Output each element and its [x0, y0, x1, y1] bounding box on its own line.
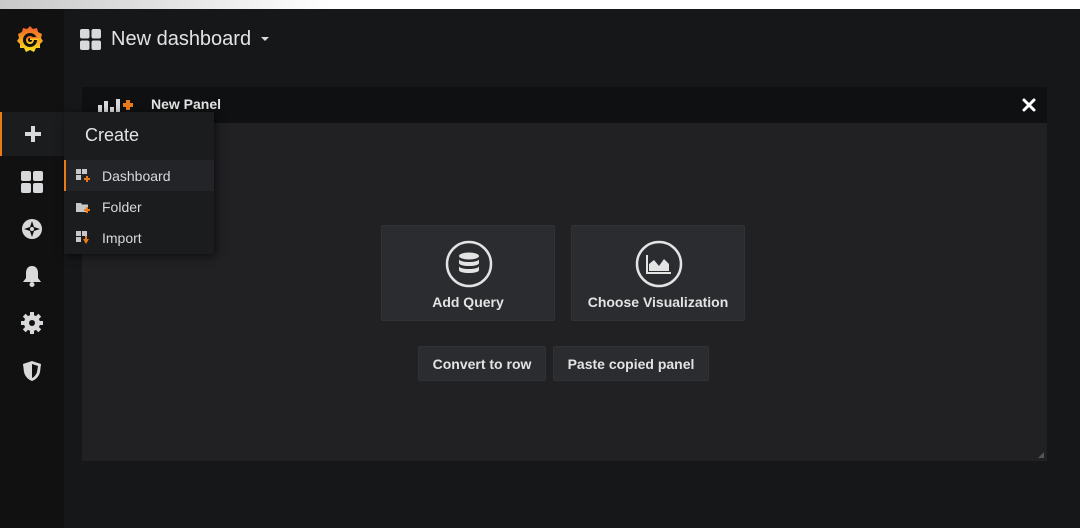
paste-copied-panel-button[interactable]: Paste copied panel: [553, 346, 709, 381]
choose-visualization-label: Choose Visualization: [587, 294, 729, 310]
create-menu-item-import[interactable]: Import: [64, 222, 214, 253]
sidemenu-server-admin[interactable]: [0, 349, 64, 393]
bell-icon: [23, 266, 41, 287]
folder-menu-label: Folder: [102, 198, 142, 215]
gear-icon: [21, 312, 43, 334]
grafana-logo-icon[interactable]: [14, 23, 46, 55]
shield-icon: [23, 361, 41, 381]
import-icon: [76, 230, 89, 244]
dashboards-icon: [21, 171, 43, 193]
choose-visualization-button[interactable]: Choose Visualization: [571, 225, 745, 321]
sidemenu-dashboards[interactable]: [0, 160, 64, 204]
plus-icon: [25, 126, 41, 142]
sidemenu-alerting[interactable]: [0, 254, 64, 298]
panel-title: New Panel: [151, 96, 222, 112]
browser-top-strip: [0, 0, 1080, 9]
add-query-label: Add Query: [432, 294, 504, 310]
create-menu-title[interactable]: Create: [64, 112, 214, 159]
sidemenu-configuration[interactable]: [0, 301, 64, 345]
resize-handle-icon[interactable]: [1038, 452, 1044, 458]
area-chart-icon: [635, 240, 683, 288]
panel-header: New Panel: [82, 87, 1047, 123]
chevron-down-icon: [261, 37, 270, 41]
create-menu-item-folder[interactable]: Folder: [64, 191, 214, 222]
folder-add-icon: [76, 202, 90, 213]
create-dropdown-menu: Create Dashboard Folder Import: [64, 112, 214, 254]
new-panel: New Panel Add Query Choose Visualization…: [82, 87, 1047, 461]
add-query-button[interactable]: Add Query: [381, 225, 555, 321]
dashboard-grid-icon: [80, 28, 101, 50]
database-icon: [445, 240, 493, 288]
dashboard-title: New dashboard: [111, 27, 252, 50]
browser-tab-shade: [0, 0, 330, 9]
close-icon[interactable]: [1021, 97, 1037, 113]
dashboard-add-icon: [76, 168, 90, 182]
import-menu-label: Import: [102, 229, 142, 246]
add-panel-icon: [98, 99, 133, 113]
compass-icon: [22, 219, 42, 239]
convert-to-row-button[interactable]: Convert to row: [418, 346, 546, 381]
side-menu: [0, 9, 64, 528]
dashboard-menu-label: Dashboard: [102, 167, 171, 184]
sidemenu-explore[interactable]: [0, 207, 64, 251]
dashboard-title-picker[interactable]: New dashboard: [80, 26, 270, 52]
create-menu-item-dashboard[interactable]: Dashboard: [64, 160, 214, 191]
sidemenu-create[interactable]: [0, 112, 64, 156]
